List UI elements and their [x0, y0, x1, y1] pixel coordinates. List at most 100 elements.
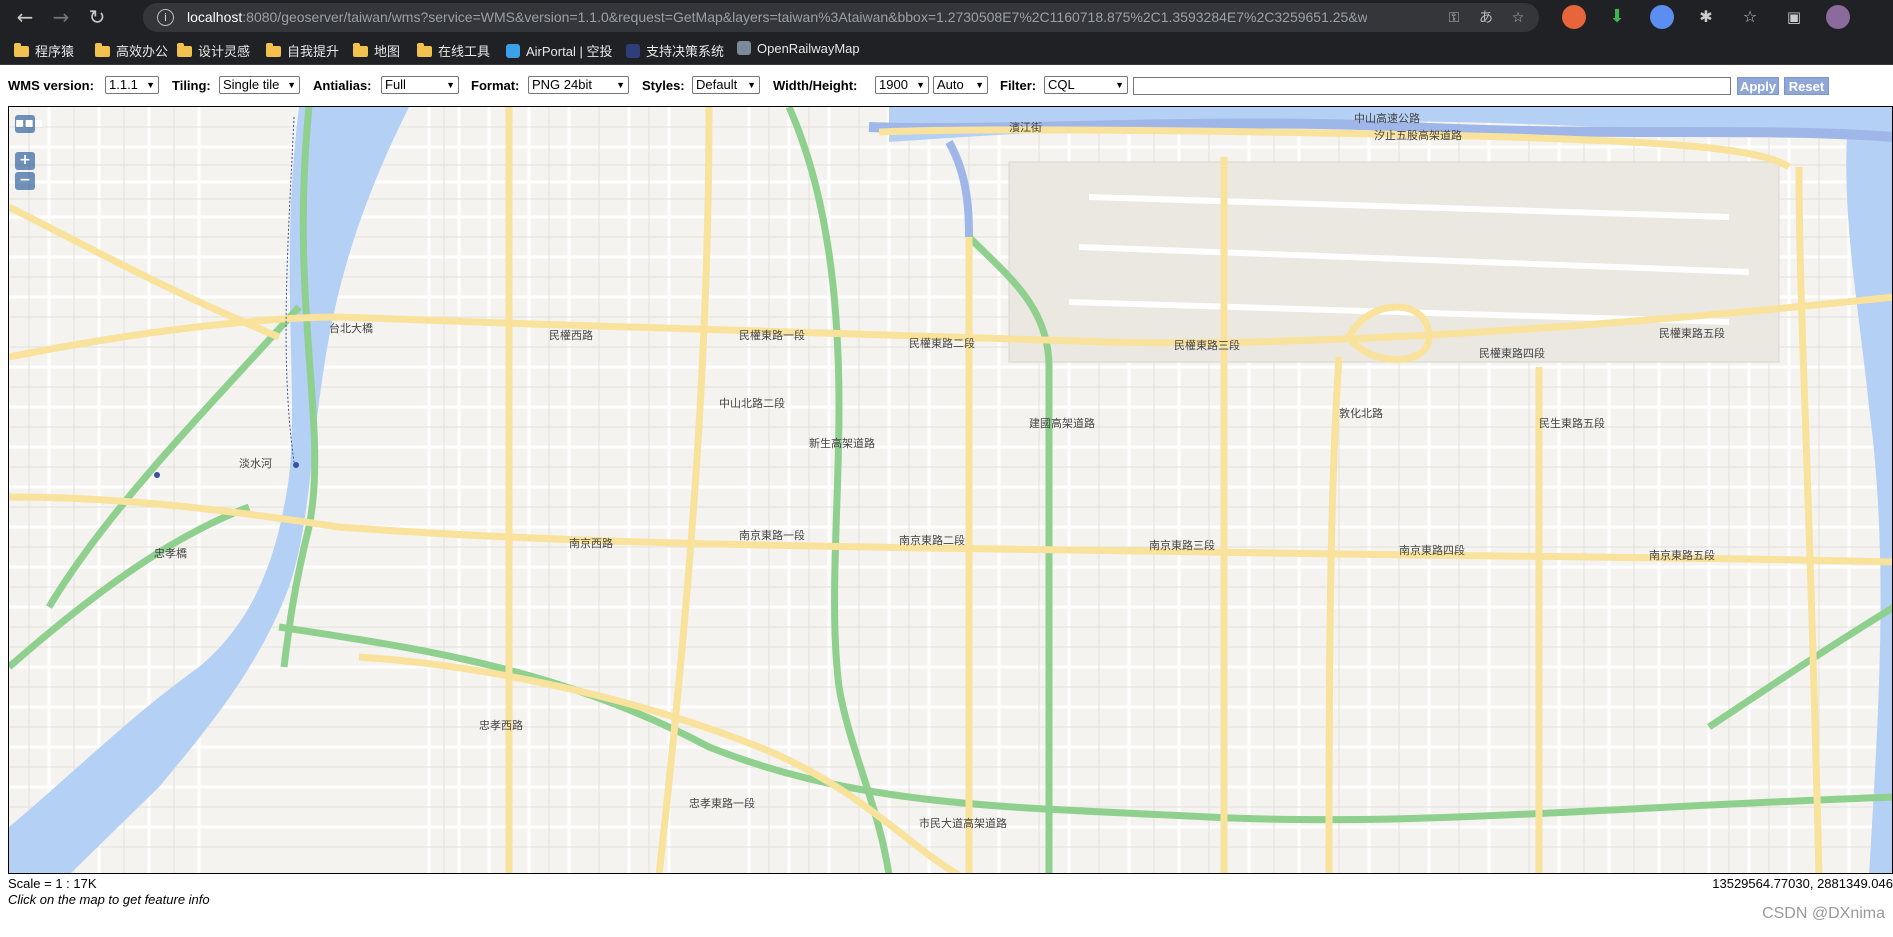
label-xinsheng: 新生高架道路 [809, 436, 875, 450]
antialias-label: Antialias: [313, 78, 372, 93]
browser-titlebar: ← → ↻ i localhost:8080/geoserver/taiwan/… [0, 0, 1893, 34]
styles-label: Styles: [642, 78, 685, 93]
chevron-down-icon: ▼ [916, 80, 925, 90]
width-select[interactable]: 1900 ▼ [875, 76, 929, 94]
extensions-puzzle-icon[interactable]: ✱ [1694, 5, 1718, 29]
chevron-down-icon: ▼ [616, 80, 625, 90]
zoom-in-button[interactable]: + [15, 152, 35, 170]
label-minquan-e3: 民權東路三段 [1174, 338, 1240, 352]
back-icon[interactable]: ← [12, 4, 38, 30]
bookmark-folder-tools[interactable]: 在线工具 [417, 41, 490, 59]
favorite-add-icon[interactable]: ☆ [1509, 9, 1527, 27]
label-minsheng-e: 民生東路五段 [1539, 416, 1605, 430]
bookmark-openrailwaymap[interactable]: OpenRailwayMap [737, 41, 860, 57]
map-status: Scale = 1 : 17K Click on the map to get … [8, 876, 1893, 916]
extension-bird-icon[interactable] [1650, 5, 1674, 29]
filter-input[interactable] [1133, 77, 1731, 95]
label-dunhua: 敦化北路 [1339, 406, 1383, 420]
map-viewport[interactable]: 中山高速公路 汐止五股高架道路 民權西路 民權東路一段 民權東路二段 民權東路三… [8, 106, 1893, 874]
label-nanjing-w: 南京西路 [569, 536, 613, 550]
bookmark-decision-system[interactable]: 支持决策系统 [626, 41, 724, 59]
chevron-down-icon: ▼ [287, 80, 296, 90]
folder-icon [14, 43, 29, 57]
styles-select[interactable]: Default ▼ [692, 76, 760, 94]
url-host: localhost [187, 9, 243, 25]
bookmark-folder-coder[interactable]: 程序猿 [14, 41, 74, 59]
translate-icon[interactable]: あ [1477, 9, 1495, 27]
chevron-down-icon: ▼ [146, 80, 155, 90]
label-taipei-bridge: 台北大橋 [329, 321, 373, 335]
favorites-icon[interactable]: ☆ [1738, 5, 1762, 29]
bookmarks-bar: 程序猿 高效办公 设计灵感 自我提升 地图 在线工具 AirPortal | 空… [0, 34, 1893, 65]
collections-icon[interactable]: ▣ [1782, 5, 1806, 29]
address-bar[interactable]: i localhost:8080/geoserver/taiwan/wms?se… [143, 3, 1539, 32]
bookmark-folder-self[interactable]: 自我提升 [266, 41, 339, 59]
label-nanjing-e5: 南京東路五段 [1649, 548, 1715, 562]
format-label: Format: [471, 78, 520, 93]
label-civic-blvd: 市民大道高架道路 [919, 816, 1007, 830]
label-minquan-e4: 民權東路四段 [1479, 346, 1545, 360]
wms-version-select[interactable]: 1.1.1 ▼ [105, 76, 159, 94]
hint-text: Click on the map to get feature info [8, 892, 210, 907]
label-nanjing-e4: 南京東路四段 [1399, 543, 1465, 557]
key-icon[interactable]: ⚿ [1445, 9, 1463, 27]
map-marker [154, 472, 160, 478]
apply-button[interactable]: Apply [1737, 77, 1779, 95]
map-icon [737, 41, 751, 55]
label-nanjing-e2: 南京東路二段 [899, 533, 965, 547]
label-jianguo: 建國高架道路 [1029, 416, 1095, 430]
coordinates-readout: 13529564.77030, 2881349.046 [1712, 876, 1893, 891]
chevron-down-icon: ▼ [975, 80, 984, 90]
app-icon [626, 44, 640, 58]
reload-icon[interactable]: ↻ [84, 4, 110, 30]
label-binjiang: 濱江街 [1009, 120, 1042, 134]
wms-version-label: WMS version: [8, 78, 94, 93]
label-nanjing-e3: 南京東路三段 [1149, 538, 1215, 552]
label-minquan-e2: 民權東路二段 [909, 336, 975, 350]
forward-icon[interactable]: → [48, 4, 74, 30]
label-zhongxiao-w: 忠孝西路 [479, 719, 523, 732]
site-info-icon[interactable]: i [157, 9, 174, 26]
zoom-out-button[interactable]: − [15, 172, 35, 190]
folder-icon [353, 43, 368, 57]
label-zhongxiao-e: 忠孝東路一段 [689, 796, 755, 810]
bookmark-folder-office[interactable]: 高效办公 [95, 41, 168, 59]
tiling-select[interactable]: Single tile ▼ [219, 76, 300, 94]
bookmark-airportal[interactable]: AirPortal | 空投 [506, 41, 612, 59]
profile-avatar[interactable] [1826, 5, 1850, 29]
map-marker [293, 462, 299, 468]
bookmark-folder-map[interactable]: 地图 [353, 41, 400, 59]
extension-swift-icon[interactable] [1562, 5, 1586, 29]
folder-icon [177, 43, 192, 57]
label-nanjing-e1: 南京東路一段 [739, 528, 805, 542]
format-select[interactable]: PNG 24bit ▼ [528, 76, 629, 94]
filter-type-select[interactable]: CQL ▼ [1044, 76, 1128, 94]
folder-icon [95, 43, 110, 57]
chevron-down-icon: ▼ [1115, 80, 1124, 90]
layer-switcher-button[interactable]: ▪▪▪ [15, 115, 43, 133]
antialias-select[interactable]: Full ▼ [381, 76, 459, 94]
wms-toolbar: WMS version: 1.1.1 ▼ Tiling: Single tile ▼… [0, 74, 1893, 100]
url-path: :8080/geoserver/taiwan/wms?service=WMS&v… [242, 9, 1367, 25]
chevron-down-icon: ▼ [747, 80, 756, 90]
map-canvas[interactable]: 中山高速公路 汐止五股高架道路 民權西路 民權東路一段 民權東路二段 民權東路三… [9, 107, 1893, 874]
label-minquan-w: 民權西路 [549, 329, 593, 342]
chevron-down-icon: ▼ [446, 80, 455, 90]
scale-text: Scale = 1 : 17K [8, 876, 97, 891]
filter-label: Filter: [1000, 78, 1037, 93]
cloud-icon [506, 44, 520, 58]
label-minquan-e5: 民權東路五段 [1659, 326, 1725, 340]
label-minquan-e1: 民權東路一段 [739, 328, 805, 342]
watermark: CSDN @DXnima [1762, 905, 1885, 922]
url-text[interactable]: localhost:8080/geoserver/taiwan/wms?serv… [187, 9, 1367, 25]
label-zhongshan-n: 中山北路二段 [719, 396, 785, 410]
reset-button[interactable]: Reset [1784, 77, 1829, 95]
extension-download-icon[interactable]: ⬇ [1605, 5, 1629, 29]
label-xizhi-elevated: 汐止五股高架道路 [1374, 128, 1462, 142]
bookmark-folder-design[interactable]: 设计灵感 [177, 41, 250, 59]
folder-icon [266, 43, 281, 57]
height-select[interactable]: Auto ▼ [933, 76, 988, 94]
label-zhongxiao-bridge: 忠孝橋 [154, 546, 187, 560]
folder-icon [417, 43, 432, 57]
tiling-label: Tiling: [172, 78, 211, 93]
